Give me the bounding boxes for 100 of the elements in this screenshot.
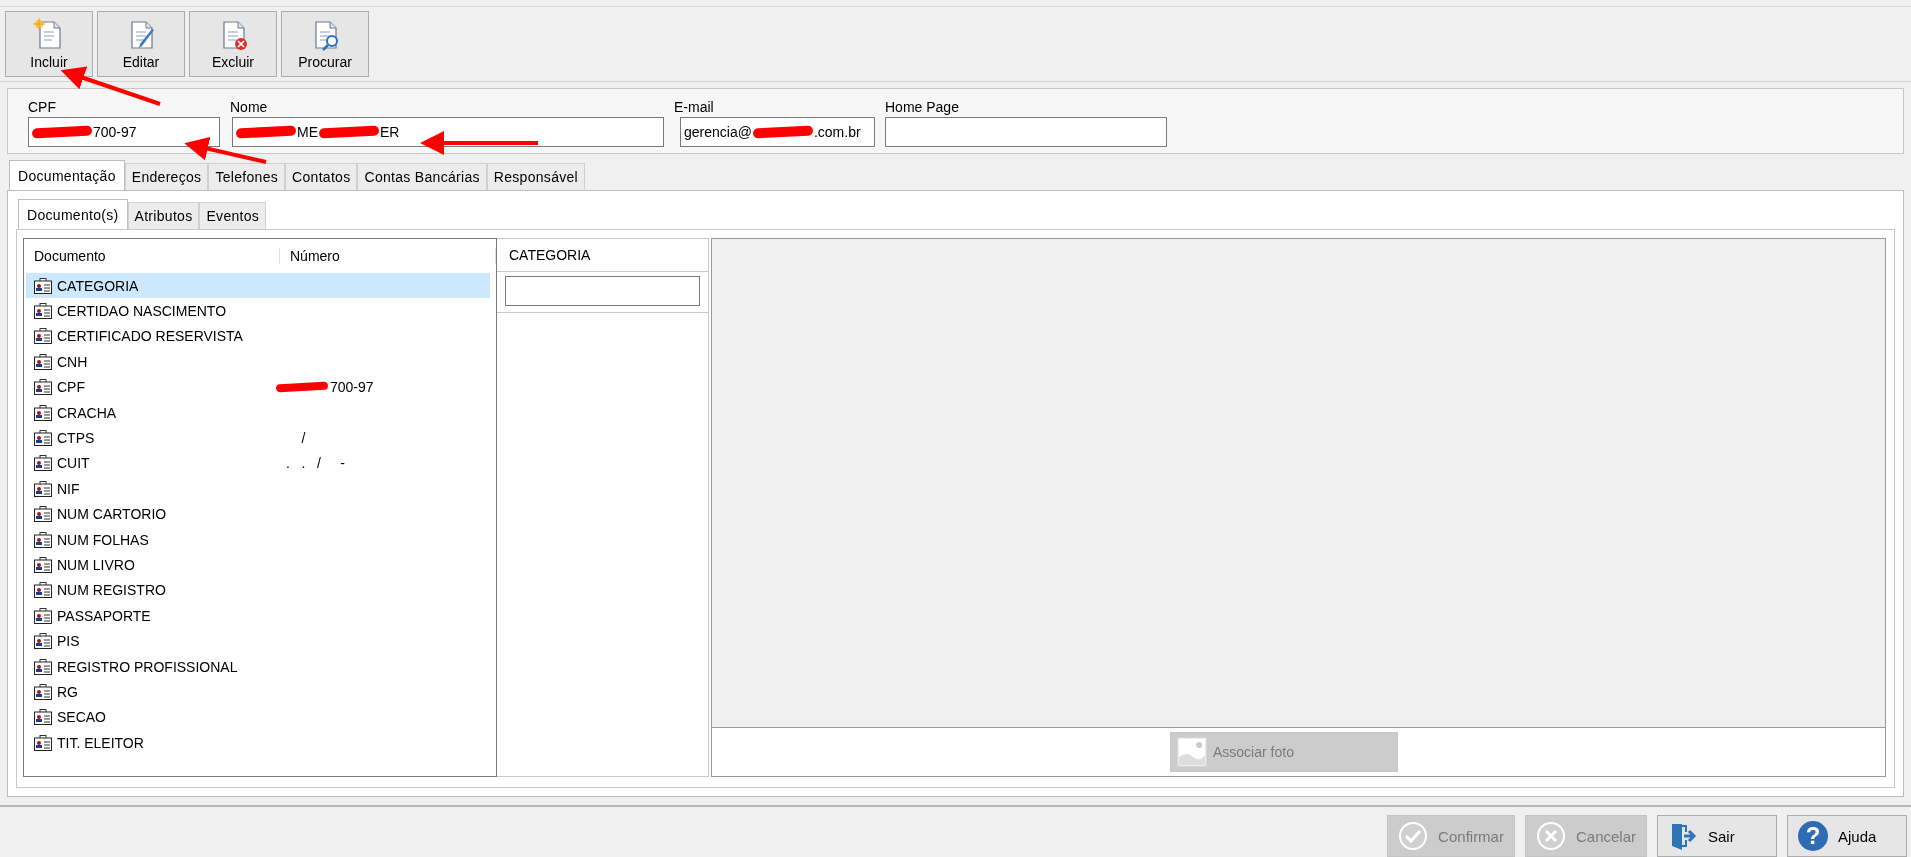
table-row[interactable]: CTPS / <box>26 425 490 451</box>
id-card-icon <box>34 404 52 421</box>
field-label: E-mail <box>674 99 715 115</box>
tab[interactable]: Endereços <box>124 163 209 190</box>
table-cell: NUM CARTORIO <box>57 506 167 523</box>
column-header[interactable]: Documento <box>24 248 280 264</box>
table-row[interactable]: CERTIFICADO RESERVISTA <box>26 323 490 350</box>
table-row[interactable]: NUM FOLHAS <box>26 526 490 553</box>
text-field[interactable]: 700-97 <box>28 117 220 147</box>
toolbar-button[interactable]: Procurar <box>281 11 369 77</box>
field-value: ER <box>380 124 400 140</box>
field-value: .com.br <box>813 124 861 140</box>
table-row[interactable]: CNH <box>26 349 490 375</box>
field-label: Nome <box>230 99 269 115</box>
table-row[interactable]: NUM REGISTRO <box>26 577 490 604</box>
tab[interactable]: Telefones <box>208 163 286 190</box>
help-icon: ? <box>1798 821 1828 851</box>
table-cell: REGISTRO PROFISSIONAL <box>57 658 238 675</box>
tab[interactable]: Contas Bancárias <box>357 163 487 190</box>
table-row[interactable]: CPF 700-97 <box>26 374 490 400</box>
table-row[interactable]: CUIT . . / - <box>26 450 490 477</box>
table-cell: NUM LIVRO <box>57 557 135 573</box>
toolbar-button[interactable]: Editar <box>97 11 185 77</box>
id-card-icon <box>34 557 52 573</box>
table-cell: CPF <box>57 379 85 396</box>
table-cell-text: . . / - <box>284 455 345 472</box>
table-cell: CRACHA <box>57 404 117 421</box>
tab[interactable]: Atributos <box>127 202 200 229</box>
table-cell: PIS <box>57 633 80 650</box>
toolbar-button[interactable]: Excluir <box>189 11 277 77</box>
id-card-icon <box>34 531 52 548</box>
table-cell: NIF <box>57 480 80 497</box>
table-cell: NUM FOLHAS <box>57 531 149 548</box>
field-value: gerencia@ <box>684 124 752 140</box>
footer-button[interactable]: Sair <box>1657 815 1777 857</box>
tab[interactable]: Documentação <box>9 160 125 190</box>
field-value: ME <box>297 124 318 140</box>
table-cell: CATEGORIA <box>57 277 139 294</box>
table-cell: RG <box>57 683 78 700</box>
id-card-icon <box>34 353 52 370</box>
table-cell: CERTIDAO NASCIMENTO <box>57 303 227 320</box>
toolbar-button[interactable]: Incluir <box>5 11 93 77</box>
footer-button[interactable]: ? Ajuda <box>1787 815 1907 857</box>
table-cell: CNH <box>57 353 88 370</box>
id-card-icon <box>34 480 52 497</box>
text-field[interactable] <box>885 117 1167 147</box>
column-header[interactable]: Número <box>280 248 496 264</box>
table-row[interactable]: RG <box>26 679 490 705</box>
id-card-icon <box>34 658 52 675</box>
id-card-icon <box>34 607 52 624</box>
redaction-scribble <box>235 125 297 139</box>
check-circle-icon <box>1398 821 1429 851</box>
redaction-scribble <box>31 125 93 139</box>
tab[interactable]: Eventos <box>199 202 267 229</box>
table-row[interactable]: REGISTRO PROFISSIONAL <box>26 653 490 680</box>
table-cell: PASSAPORTE <box>57 607 151 624</box>
text-field[interactable]: ME ER <box>232 117 664 147</box>
table-cell: CERTIFICADO RESERVISTA <box>57 328 243 345</box>
table-row[interactable]: CERTIDAO NASCIMENTO <box>26 298 490 324</box>
id-card-icon <box>34 683 52 700</box>
id-card-icon <box>34 379 52 396</box>
table-cell: CTPS <box>57 430 95 447</box>
id-card-icon <box>34 633 52 650</box>
id-card-icon <box>34 506 52 523</box>
close-circle-icon <box>1535 821 1566 851</box>
id-card-icon <box>34 303 52 320</box>
table-row[interactable]: PIS <box>26 628 490 654</box>
table-row[interactable]: NUM CARTORIO <box>26 501 490 527</box>
image-icon <box>1177 737 1207 767</box>
id-card-icon <box>34 328 52 345</box>
id-card-icon <box>34 455 52 472</box>
id-card-icon <box>34 709 52 726</box>
column-header: CATEGORIA <box>509 247 591 263</box>
text-field[interactable]: gerencia@ .com.br <box>680 117 875 147</box>
id-card-icon <box>34 430 52 447</box>
table-cell: NUM REGISTRO <box>57 582 166 599</box>
id-card-icon <box>34 734 52 751</box>
table-row[interactable]: CRACHA <box>26 399 490 426</box>
field-label: CPF <box>28 99 57 115</box>
table-cell: CUIT <box>57 455 90 472</box>
field-value: 700-97 <box>93 124 137 140</box>
table-cell-text: / <box>300 430 306 447</box>
table-cell: TIT. ELEITOR <box>57 734 144 751</box>
field-label: Home Page <box>885 99 960 115</box>
redaction-scribble <box>318 125 380 139</box>
table-row[interactable]: NUM LIVRO <box>26 552 490 578</box>
tab[interactable]: Contatos <box>285 163 358 190</box>
table-row[interactable]: SECAO <box>26 704 490 731</box>
id-card-icon <box>34 277 52 294</box>
redaction-scribble <box>752 125 814 139</box>
table-cell: SECAO <box>57 709 106 726</box>
table-cell: 700-97 <box>330 379 374 396</box>
table-row[interactable]: TIT. ELEITOR <box>26 730 490 756</box>
table-row[interactable]: NIF <box>26 476 490 502</box>
table-row[interactable]: CATEGORIA <box>26 273 490 299</box>
text-field[interactable] <box>505 276 700 306</box>
tab[interactable]: Responsável <box>486 163 586 190</box>
table-row[interactable]: PASSAPORTE <box>26 603 490 629</box>
id-card-icon <box>34 582 52 599</box>
tab[interactable]: Documento(s) <box>18 199 128 229</box>
